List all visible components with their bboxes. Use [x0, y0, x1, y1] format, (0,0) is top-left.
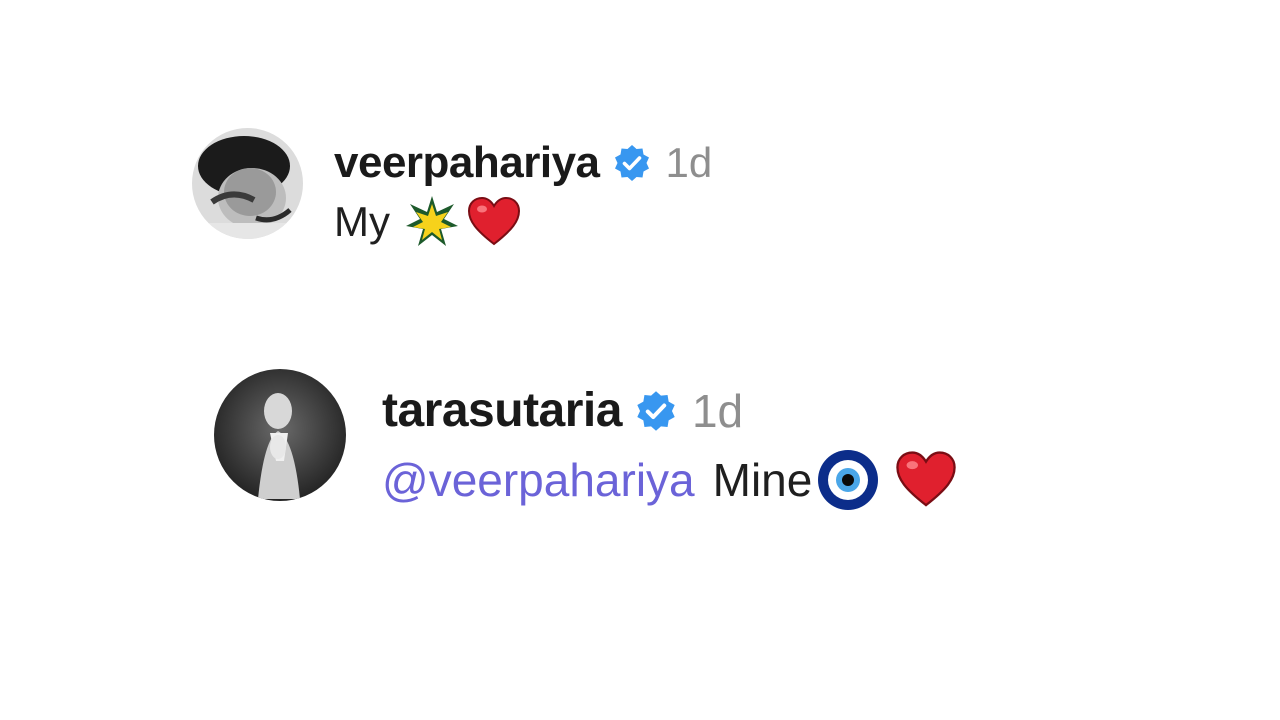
avatar[interactable] [192, 128, 303, 239]
comment-item: tarasutaria 1d @veerpahariya Mine [214, 369, 958, 512]
nazar-amulet-emoji-icon [816, 448, 880, 512]
red-heart-emoji-icon [894, 448, 958, 512]
avatar[interactable] [214, 369, 346, 501]
red-heart-emoji-icon [466, 194, 522, 250]
verified-badge-icon [634, 389, 678, 433]
comment-text: My [334, 198, 390, 245]
comment-text: Mine [712, 454, 813, 506]
star-burst-emoji-icon [404, 194, 460, 250]
comment-timestamp: 1d [691, 384, 744, 437]
comment-item: veerpahariya 1d My [192, 128, 712, 250]
comment-timestamp: 1d [665, 139, 713, 186]
comment-username[interactable]: veerpahariya [334, 138, 600, 188]
mention-link[interactable]: @veerpahariya [382, 453, 695, 507]
verified-badge-icon [612, 143, 652, 183]
comment-username[interactable]: tarasutaria [382, 383, 622, 438]
